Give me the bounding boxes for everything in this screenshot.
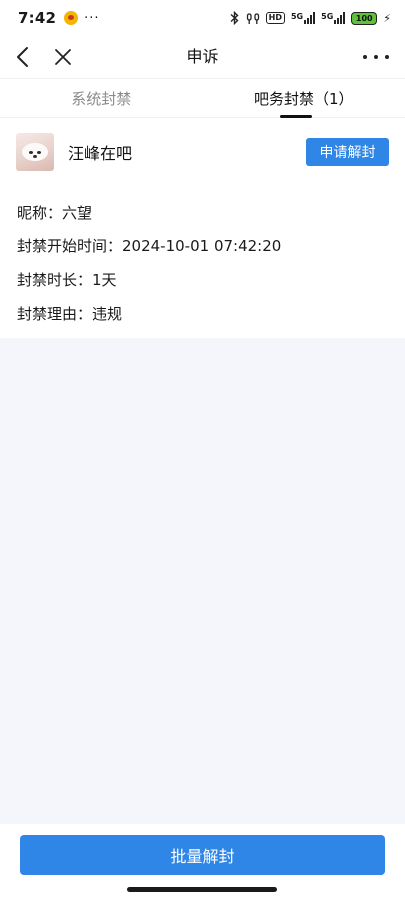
tab-forum-admin-ban[interactable]: 吧务封禁（1）: [203, 79, 405, 118]
ban-reason-line: 封禁理由：违规: [17, 305, 123, 323]
home-indicator[interactable]: [127, 887, 277, 892]
tab-system-ban[interactable]: 系统封禁: [0, 79, 203, 117]
forum-name[interactable]: 汪峰在吧: [68, 140, 132, 164]
charging-icon: ⚡: [383, 11, 391, 25]
forum-row: 汪峰在吧 申请解封: [16, 132, 389, 172]
hd-voice-badge: HD: [265, 12, 285, 24]
ban-record-card: 汪峰在吧 申请解封 昵称：六望 封禁开始时间：2024-10-01 07:42:…: [0, 118, 405, 338]
apply-unban-button[interactable]: 申请解封: [306, 138, 389, 166]
ban-duration-line: 封禁时长：1天: [17, 271, 117, 289]
batch-unban-button[interactable]: 批量解封: [20, 835, 385, 875]
appeal-screen: 7:42 ··· HD 5G 5G 100 ⚡ 申诉 系统封禁 吧务封禁（1） …: [0, 0, 405, 900]
more-notifications-icon: ···: [84, 10, 100, 26]
bottom-action-bar: 批量解封: [0, 824, 405, 900]
more-menu-icon[interactable]: [363, 48, 389, 66]
bluetooth-icon: [229, 11, 240, 25]
back-icon[interactable]: [14, 45, 34, 69]
battery-icon: 100: [351, 11, 378, 25]
signal-sim1-icon: 5G: [291, 12, 316, 24]
tab-system-ban-label: 系统封禁: [71, 90, 132, 108]
tab-bar: 系统封禁 吧务封禁（1）: [0, 78, 405, 118]
status-bar: 7:42 ··· HD 5G 5G 100 ⚡: [0, 0, 405, 36]
weibo-notification-icon: [64, 11, 79, 25]
earbuds-icon: [246, 12, 260, 25]
ban-start-time-line: 封禁开始时间：2024-10-01 07:42:20: [17, 237, 282, 255]
status-icons: HD 5G 5G 100 ⚡: [229, 11, 391, 25]
status-time: 7:42: [18, 9, 57, 27]
nickname-line: 昵称：六望: [17, 204, 93, 222]
nav-bar: 申诉: [0, 36, 405, 78]
signal-sim2-icon: 5G: [321, 12, 346, 24]
tab-forum-admin-ban-label: 吧务封禁（1）: [253, 90, 354, 108]
close-icon[interactable]: [52, 46, 74, 68]
forum-avatar: [16, 133, 54, 171]
